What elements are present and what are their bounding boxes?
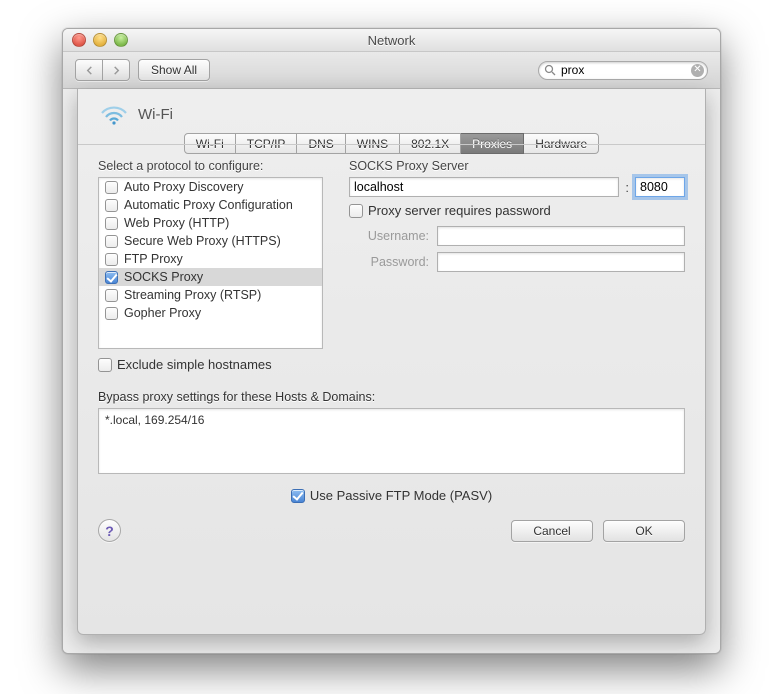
- bypass-label: Bypass proxy settings for these Hosts & …: [98, 390, 685, 404]
- protocol-checkbox[interactable]: [105, 217, 118, 230]
- passive-ftp-label: Use Passive FTP Mode (PASV): [310, 488, 492, 503]
- connection-header: Wi-Fi: [98, 99, 685, 133]
- bypass-textarea[interactable]: [98, 408, 685, 474]
- wifi-icon: [100, 103, 128, 125]
- protocol-label: Gopher Proxy: [124, 306, 201, 320]
- connection-name: Wi-Fi: [138, 106, 173, 123]
- protocol-row[interactable]: Automatic Proxy Configuration: [99, 196, 322, 214]
- proxy-host-input[interactable]: [349, 177, 619, 197]
- protocol-label: Auto Proxy Discovery: [124, 180, 243, 194]
- username-input[interactable]: [437, 226, 685, 246]
- protocol-row[interactable]: Streaming Proxy (RTSP): [99, 286, 322, 304]
- protocol-label: Streaming Proxy (RTSP): [124, 288, 261, 302]
- passive-ftp-checkbox[interactable]: [291, 489, 305, 503]
- sheet-backdrop: Wi-Fi Wi-FiTCP/IPDNSWINS802.1XProxiesHar…: [63, 89, 720, 653]
- minimize-window-button[interactable]: [93, 33, 107, 47]
- protocol-label: Secure Web Proxy (HTTPS): [124, 234, 281, 248]
- requires-password-checkbox[interactable]: [349, 204, 363, 218]
- protocol-row[interactable]: Secure Web Proxy (HTTPS): [99, 232, 322, 250]
- protocol-row[interactable]: Auto Proxy Discovery: [99, 178, 322, 196]
- protocol-checkbox[interactable]: [105, 271, 118, 284]
- help-button[interactable]: ?: [98, 519, 121, 542]
- requires-password-label: Proxy server requires password: [368, 203, 551, 218]
- toolbar: Show All ✕: [63, 52, 720, 89]
- protocol-row[interactable]: FTP Proxy: [99, 250, 322, 268]
- chevron-right-icon: [112, 66, 121, 75]
- password-label: Password:: [349, 255, 429, 269]
- traffic-lights: [63, 33, 128, 47]
- zoom-window-button[interactable]: [114, 33, 128, 47]
- proxy-port-input[interactable]: [635, 177, 685, 197]
- search-field-container: ✕: [538, 61, 708, 80]
- window-title: Network: [63, 33, 720, 48]
- proxy-server-heading: SOCKS Proxy Server: [349, 159, 685, 173]
- protocol-checkbox[interactable]: [105, 199, 118, 212]
- preferences-window: Network Show All ✕: [62, 28, 721, 654]
- titlebar: Network: [63, 29, 720, 52]
- protocol-checkbox[interactable]: [105, 289, 118, 302]
- cancel-button[interactable]: Cancel: [511, 520, 593, 542]
- ok-button[interactable]: OK: [603, 520, 685, 542]
- exclude-simple-label: Exclude simple hostnames: [117, 357, 272, 372]
- nav-forward-button[interactable]: [103, 59, 130, 81]
- proxies-sheet: Wi-Fi Wi-FiTCP/IPDNSWINS802.1XProxiesHar…: [77, 89, 706, 635]
- search-icon: [544, 64, 556, 79]
- nav-back-button[interactable]: [75, 59, 103, 81]
- protocol-label: Automatic Proxy Configuration: [124, 198, 293, 212]
- protocol-checkbox[interactable]: [105, 253, 118, 266]
- protocol-list[interactable]: Auto Proxy Discovery Automatic Proxy Conf…: [98, 177, 323, 349]
- protocol-row[interactable]: Gopher Proxy: [99, 304, 322, 322]
- chevron-left-icon: [85, 66, 94, 75]
- search-input[interactable]: [538, 61, 708, 80]
- protocol-heading: Select a protocol to configure:: [98, 159, 323, 173]
- protocol-checkbox[interactable]: [105, 235, 118, 248]
- protocol-checkbox[interactable]: [105, 181, 118, 194]
- show-all-button[interactable]: Show All: [138, 59, 210, 81]
- protocol-checkbox[interactable]: [105, 307, 118, 320]
- close-window-button[interactable]: [72, 33, 86, 47]
- username-label: Username:: [349, 229, 429, 243]
- nav-segmented: [75, 59, 130, 81]
- password-input[interactable]: [437, 252, 685, 272]
- protocol-label: FTP Proxy: [124, 252, 183, 266]
- protocol-label: SOCKS Proxy: [124, 270, 203, 284]
- protocol-label: Web Proxy (HTTP): [124, 216, 229, 230]
- exclude-simple-checkbox[interactable]: [98, 358, 112, 372]
- host-port-separator: :: [625, 180, 629, 195]
- protocol-row[interactable]: SOCKS Proxy: [99, 268, 322, 286]
- clear-search-button[interactable]: ✕: [691, 64, 704, 77]
- protocol-row[interactable]: Web Proxy (HTTP): [99, 214, 322, 232]
